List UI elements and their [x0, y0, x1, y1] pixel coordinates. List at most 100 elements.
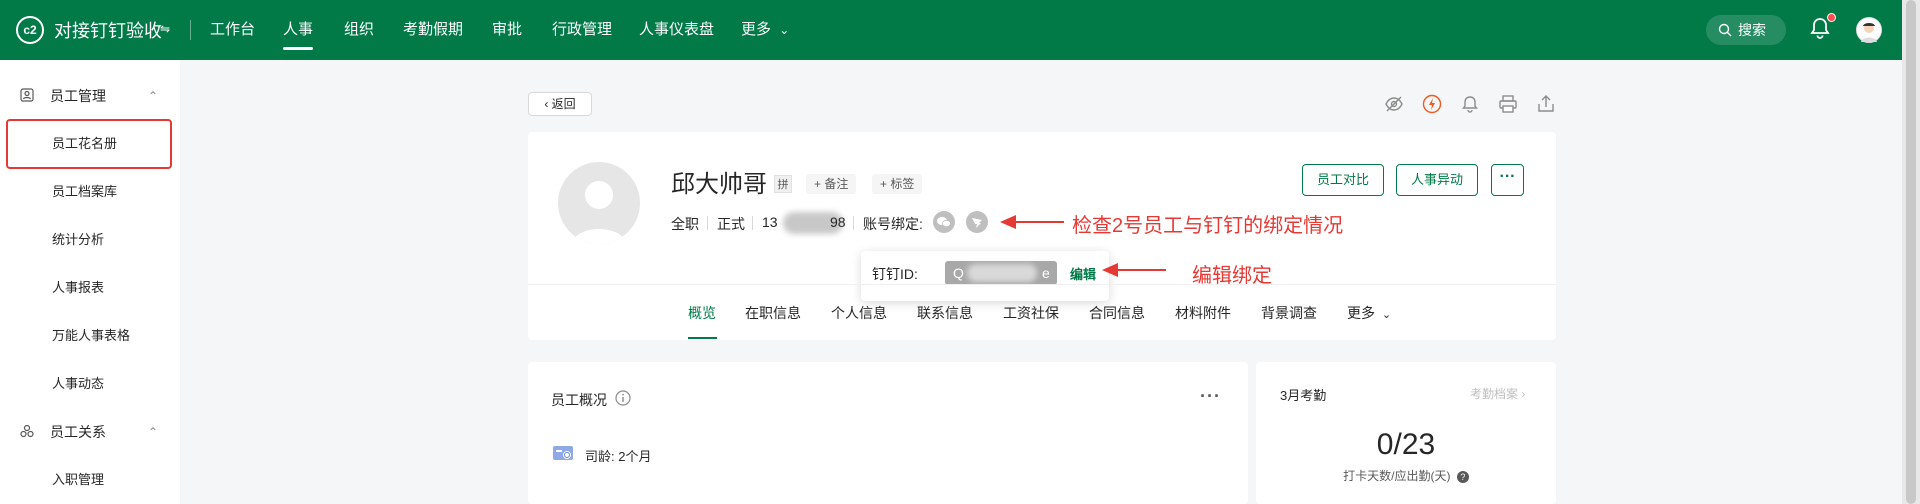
attendance-value: 0/23 [1376, 428, 1436, 461]
tab-contact-info[interactable]: 联系信息 [917, 303, 973, 323]
chevron-down-icon: ⌄ [779, 23, 790, 37]
share-icon[interactable] [1536, 94, 1556, 114]
tab-background-check[interactable]: 背景调查 [1261, 303, 1317, 323]
nav-attendance[interactable]: 考勤假期 [403, 0, 463, 60]
search-label: 搜索 [1738, 22, 1766, 38]
tab-personal-info[interactable]: 个人信息 [831, 303, 887, 323]
dingtalk-id-prefix: Q [953, 265, 964, 281]
back-label: 返回 [551, 97, 576, 111]
nav-admin[interactable]: 行政管理 [552, 0, 612, 60]
app-logo-icon[interactable]: c2 [16, 16, 44, 44]
compare-employee-button[interactable]: 员工对比 [1302, 164, 1384, 196]
chevron-left-icon: ‹ [544, 97, 549, 111]
nav-more-label: 更多 [741, 21, 772, 38]
sidebar-item-employee-archive[interactable]: 员工档案库 [0, 172, 180, 212]
switch-org-icon[interactable]: ⇋ [160, 22, 170, 36]
sidebar-item-label: 人事动态 [52, 376, 105, 391]
employment-type: 全职 [671, 216, 699, 232]
sidebar-group-employee-relations[interactable]: 员工关系 ⌃ [0, 412, 180, 452]
chevron-right-icon: › [1521, 387, 1526, 401]
bell-icon[interactable] [1460, 94, 1480, 114]
sidebar-item-universal-table[interactable]: 万能人事表格 [0, 316, 180, 356]
tab-more[interactable]: 更多 ⌄ [1347, 303, 1391, 323]
seniority-value: 2个月 [618, 449, 652, 464]
nav-org[interactable]: 组织 [344, 0, 374, 60]
employee-avatar [558, 162, 640, 244]
seniority-row: 司龄: 2个月 [585, 446, 651, 465]
nav-more[interactable]: 更多 ⌄ [741, 0, 789, 60]
dingtalk-id-label: 钉钉ID: [872, 266, 918, 282]
default-avatar-icon [572, 181, 626, 244]
phone-prefix: 13 [762, 214, 778, 230]
page-scrollbar-thumb[interactable] [1906, 0, 1916, 504]
help-icon[interactable]: ? [1456, 471, 1469, 483]
app-name[interactable]: 对接钉钉验收 [54, 17, 162, 43]
nav-divider [190, 20, 191, 40]
info-icon[interactable] [615, 390, 631, 406]
dingtalk-icon[interactable] [966, 211, 988, 233]
info-separator [707, 216, 708, 230]
print-icon[interactable] [1498, 94, 1518, 114]
search-box[interactable]: 搜索 [1706, 15, 1786, 45]
red-arrow-icon [1000, 215, 1064, 229]
info-separator [853, 216, 854, 230]
employee-name: 邱大帅哥 [671, 171, 767, 198]
nav-approval[interactable]: 审批 [492, 0, 522, 60]
tabs-divider [528, 284, 1556, 285]
sidebar-item-statistics[interactable]: 统计分析 [0, 220, 180, 260]
info-separator [752, 216, 753, 230]
employment-status: 正式 [717, 216, 745, 232]
tab-salary-social[interactable]: 工资社保 [1003, 303, 1059, 323]
id-card-icon [553, 446, 573, 460]
active-tab-indicator [688, 337, 717, 339]
notification-dot [1827, 13, 1836, 22]
personnel-change-button[interactable]: 人事异动 [1396, 164, 1478, 196]
top-nav-bar: c2 对接钉钉验收 ⇋ 工作台 人事 组织 考勤假期 审批 行政管理 人事仪表盘… [0, 0, 1902, 60]
attendance-title: 3月考勤 [1280, 388, 1327, 403]
dingtalk-id-value: Q e [945, 261, 1057, 285]
more-actions-button[interactable]: ··· [1491, 164, 1524, 196]
tab-attachments[interactable]: 材料附件 [1175, 303, 1231, 323]
nav-hr-dashboard[interactable]: 人事仪表盘 [639, 0, 714, 60]
tab-overview[interactable]: 概览 [688, 303, 716, 323]
user-avatar[interactable] [1856, 17, 1882, 43]
sidebar-item-hr-report[interactable]: 人事报表 [0, 268, 180, 308]
tab-contract-info[interactable]: 合同信息 [1089, 303, 1145, 323]
annotation-check-binding: 检查2号员工与钉钉的绑定情况 [1072, 215, 1344, 237]
sidebar-item-label: 人事报表 [52, 280, 105, 295]
add-note-chip[interactable]: + 备注 [806, 174, 857, 194]
tab-job-info[interactable]: 在职信息 [745, 303, 801, 323]
phone-suffix: 98 [830, 214, 846, 230]
back-button[interactable]: ‹ 返回 [528, 92, 592, 116]
edit-binding-link[interactable]: 编辑 [1070, 264, 1096, 283]
sidebar-group-employee-management[interactable]: 员工管理 ⌃ [0, 76, 180, 116]
account-binding-label: 账号绑定: [863, 216, 923, 232]
dingtalk-id-suffix: e [1042, 265, 1050, 281]
sidebar-group-label: 员工管理 [50, 88, 106, 104]
avatar-face-icon [1861, 23, 1877, 42]
nav-workbench[interactable]: 工作台 [210, 0, 255, 60]
attendance-archive-label: 考勤档案 [1470, 387, 1519, 401]
overview-more-icon[interactable]: ··· [1200, 386, 1221, 407]
search-icon [1718, 23, 1732, 37]
add-tag-chip[interactable]: + 标签 [872, 174, 923, 194]
overview-title: 员工概况 [551, 392, 607, 408]
eye-hidden-icon[interactable] [1384, 94, 1404, 114]
employee-overview-card [528, 362, 1248, 504]
wechat-icon[interactable] [933, 211, 955, 233]
chevron-up-icon: ⌃ [148, 425, 159, 439]
chevron-up-icon: ⌃ [148, 89, 159, 103]
pinyin-button[interactable]: 拼 [774, 175, 792, 193]
person-card-icon [20, 88, 34, 102]
nav-hr[interactable]: 人事 [283, 0, 314, 60]
sidebar-item-onboarding[interactable]: 入职管理 [0, 460, 180, 500]
attendance-archive-link[interactable]: 考勤档案 › [1470, 385, 1525, 402]
relation-icon [20, 424, 34, 438]
attendance-caption: 打卡天数/应出勤(天) [1343, 469, 1451, 483]
dingtalk-id-redaction [967, 264, 1037, 282]
highlight-box-roster [6, 119, 172, 169]
chevron-down-icon: ⌄ [1381, 309, 1392, 321]
sidebar-item-hr-dynamics[interactable]: 人事动态 [0, 364, 180, 404]
sidebar-group-label: 员工关系 [50, 424, 106, 440]
lightning-icon[interactable] [1422, 94, 1442, 114]
